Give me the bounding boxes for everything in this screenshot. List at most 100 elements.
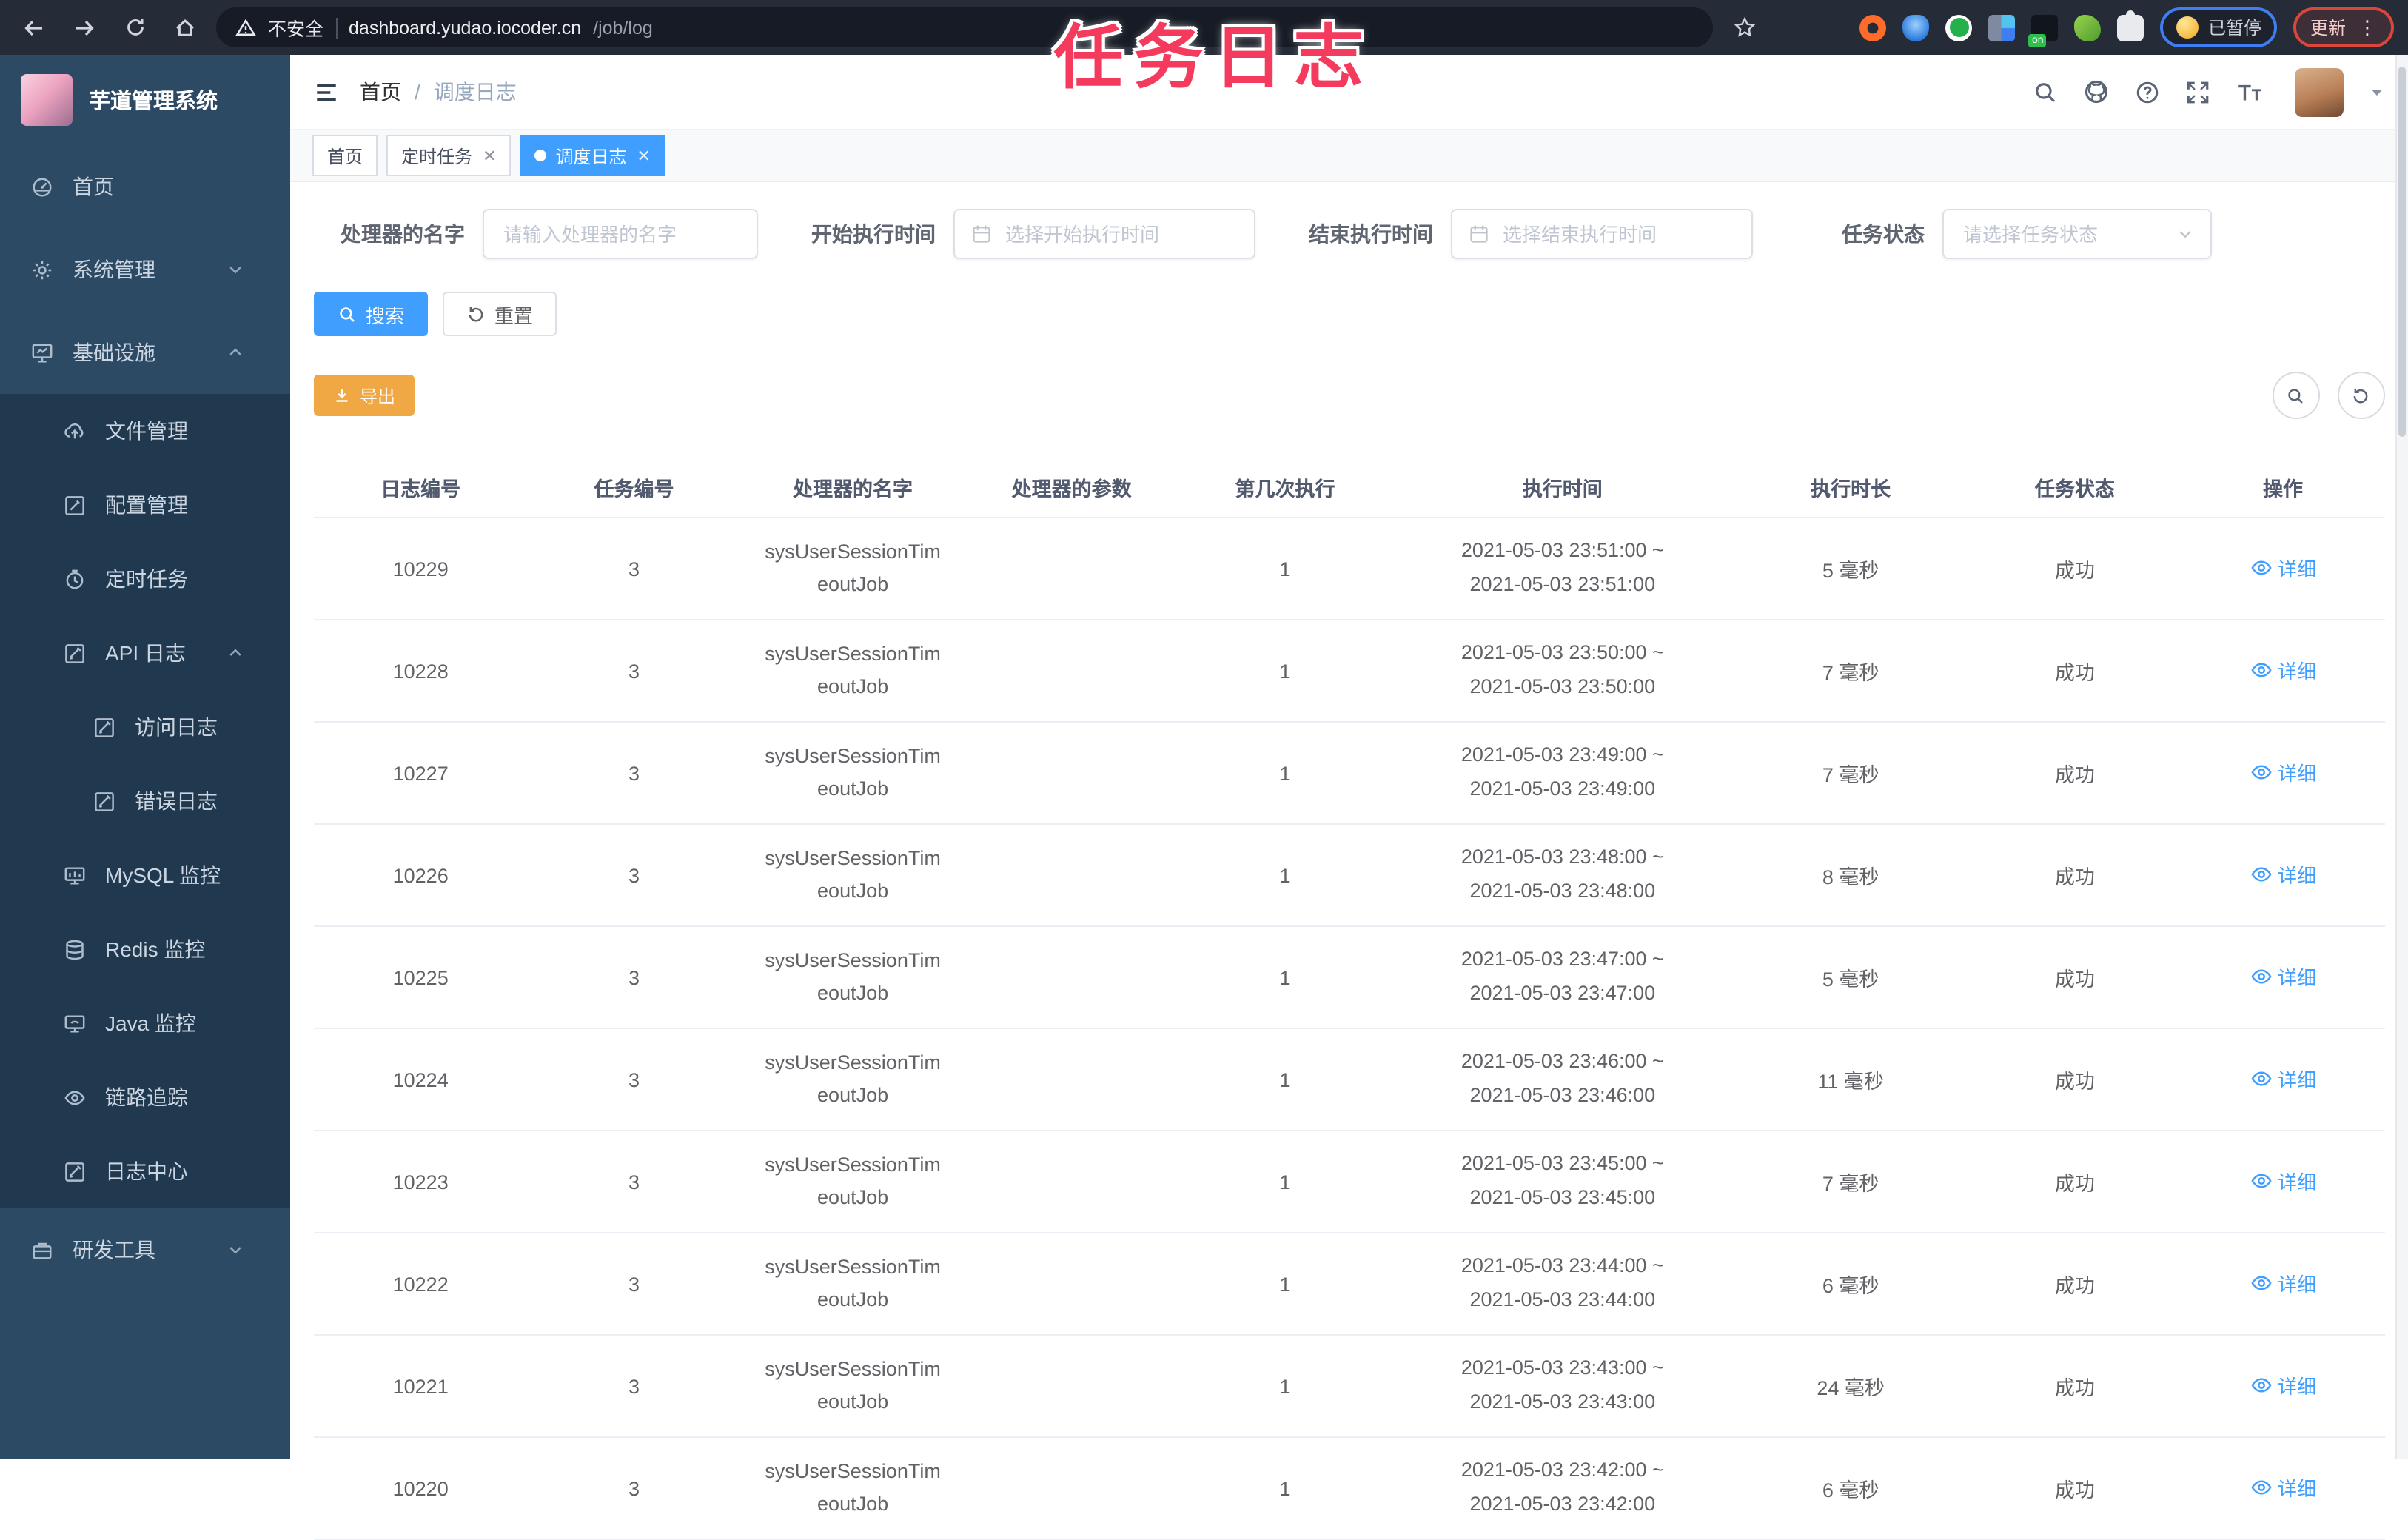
task-status-select[interactable] bbox=[1942, 209, 2212, 259]
close-icon[interactable]: ✕ bbox=[637, 146, 651, 165]
detail-link[interactable]: 详细 bbox=[2250, 1065, 2316, 1093]
sidebar-item[interactable]: 定时任务 bbox=[0, 542, 290, 616]
extension-on-badge-icon[interactable] bbox=[2028, 14, 2059, 47]
sidebar-item[interactable]: 研发工具 bbox=[0, 1208, 290, 1291]
table-row: 10221 3 sysUserSessionTim eoutJob 1 2021-05-0… bbox=[314, 1336, 2384, 1438]
sidebar-item[interactable]: 访问日志 bbox=[0, 690, 290, 764]
eye-icon bbox=[2250, 863, 2272, 886]
bookmark-star-button[interactable] bbox=[1725, 8, 1763, 47]
timer-icon bbox=[62, 568, 86, 590]
sidebar-item-label: 定时任务 bbox=[105, 567, 188, 591]
paused-badge[interactable]: 已暂停 bbox=[2160, 7, 2278, 47]
detail-link[interactable]: 详细 bbox=[2250, 1167, 2316, 1195]
table-body: 10229 3 sysUserSessionTim eoutJob 1 2021-05-0… bbox=[314, 518, 2384, 1540]
tab-home[interactable]: 首页 bbox=[312, 135, 378, 176]
handler-name-input-wrap bbox=[483, 209, 758, 259]
eye-icon bbox=[2250, 761, 2272, 783]
arrow-left-icon bbox=[22, 16, 46, 39]
sidebar-toggle-icon[interactable] bbox=[314, 79, 339, 104]
cell-status: 成功 bbox=[2054, 1479, 2095, 1502]
cell-task-id: 3 bbox=[628, 1068, 640, 1091]
cell-handler-name: sysUserSessionTim eoutJob bbox=[765, 1153, 941, 1208]
navbar-actions bbox=[2032, 67, 2384, 116]
sidebar-item[interactable]: MySQL 监控 bbox=[0, 838, 290, 912]
help-icon[interactable] bbox=[2134, 79, 2159, 104]
task-status-input[interactable] bbox=[1960, 221, 2166, 247]
sidebar-item[interactable]: Redis 监控 bbox=[0, 912, 290, 986]
cell-handler-param bbox=[965, 560, 1178, 578]
search-button[interactable]: 搜索 bbox=[314, 292, 429, 336]
detail-link[interactable]: 详细 bbox=[2250, 962, 2316, 991]
sidebar-item[interactable]: 文件管理 bbox=[0, 394, 290, 468]
sidebar-item[interactable]: 日志中心 bbox=[0, 1134, 290, 1208]
toolbox-icon bbox=[30, 1239, 53, 1261]
infrastructure-icon bbox=[30, 341, 53, 364]
detail-link[interactable]: 详细 bbox=[2250, 860, 2316, 888]
kebab-menu-icon[interactable]: ⋮ bbox=[2358, 18, 2377, 37]
search-icon[interactable] bbox=[2032, 79, 2057, 104]
dashboard-icon bbox=[30, 175, 53, 198]
cell-duration: 7 毫秒 bbox=[1822, 662, 1879, 684]
sidebar-item[interactable]: 配置管理 bbox=[0, 468, 290, 542]
close-icon[interactable]: ✕ bbox=[483, 146, 496, 165]
sidebar-item[interactable]: API 日志 bbox=[0, 616, 290, 690]
cell-exec-index: 1 bbox=[1279, 1375, 1291, 1397]
end-time-input[interactable] bbox=[1500, 221, 1735, 247]
annotation-title: 任务日志 bbox=[1053, 18, 1374, 96]
tab-scheduled-tasks[interactable]: 定时任务 ✕ bbox=[386, 135, 512, 176]
column-header: 任务编号 bbox=[594, 478, 674, 500]
chevron-down-icon bbox=[227, 261, 244, 278]
sidebar-item[interactable]: 链路追踪 bbox=[0, 1060, 290, 1134]
breadcrumb-home[interactable]: 首页 bbox=[360, 77, 401, 107]
extension-leaf-icon[interactable] bbox=[2074, 14, 2102, 41]
reset-button[interactable]: 重置 bbox=[443, 292, 557, 336]
detail-link[interactable]: 详细 bbox=[2250, 1269, 2316, 1297]
browser-back-button[interactable] bbox=[15, 8, 53, 47]
cell-status: 成功 bbox=[2054, 764, 2095, 786]
extension-green-icon[interactable] bbox=[1945, 14, 1973, 41]
cell-duration: 5 毫秒 bbox=[1822, 968, 1879, 991]
browser-update-button[interactable]: 更新 ⋮ bbox=[2293, 7, 2393, 47]
detail-link[interactable]: 详细 bbox=[2250, 1371, 2316, 1399]
cell-exec-index: 1 bbox=[1279, 1273, 1291, 1295]
scrollbar-thumb[interactable] bbox=[2398, 67, 2405, 437]
sidebar-item[interactable]: 首页 bbox=[0, 145, 290, 228]
toggle-search-button[interactable] bbox=[2272, 372, 2319, 419]
detail-link[interactable]: 详细 bbox=[2250, 554, 2316, 582]
eye-icon bbox=[2250, 1170, 2272, 1192]
extension-blue-icon[interactable] bbox=[1902, 14, 1930, 41]
export-button[interactable]: 导出 bbox=[314, 375, 415, 416]
sidebar-item[interactable]: 基础设施 bbox=[0, 311, 290, 394]
sidebar-logo[interactable]: 芋道管理系统 bbox=[0, 55, 290, 145]
tab-job-log[interactable]: 调度日志 ✕ bbox=[520, 135, 665, 176]
sidebar-item-label: Java 监控 bbox=[105, 1011, 196, 1035]
chevron-down-icon[interactable] bbox=[2368, 84, 2384, 100]
github-icon[interactable] bbox=[2082, 78, 2109, 105]
extension-grid-icon[interactable] bbox=[1988, 14, 2016, 41]
filter-end-time: 结束执行时间 bbox=[1309, 209, 1753, 259]
browser-reload-button[interactable] bbox=[115, 8, 154, 47]
extensions-puzzle-icon[interactable] bbox=[2117, 10, 2144, 41]
handler-name-input[interactable] bbox=[500, 221, 740, 247]
detail-link[interactable]: 详细 bbox=[2250, 1473, 2316, 1502]
sidebar-item-label: 首页 bbox=[73, 175, 114, 198]
user-avatar[interactable] bbox=[2294, 67, 2343, 116]
cell-log-id: 10220 bbox=[392, 1477, 449, 1499]
start-time-input[interactable] bbox=[1002, 221, 1238, 247]
breadcrumb-current: 调度日志 bbox=[433, 80, 517, 104]
detail-link[interactable]: 详细 bbox=[2250, 758, 2316, 786]
scrollbar[interactable] bbox=[2395, 55, 2408, 1459]
address-bar[interactable]: 不安全 dashboard.yudao.iocoder.cn/job/log bbox=[216, 7, 1713, 47]
sidebar-item[interactable]: Java 监控 bbox=[0, 986, 290, 1060]
detail-link[interactable]: 详细 bbox=[2250, 656, 2316, 684]
cell-exec-time: 2021-05-03 23:47:00 ~2021-05-03 23:47:00 bbox=[1460, 948, 1664, 1004]
browser-home-button[interactable] bbox=[166, 8, 204, 47]
extension-orange-icon[interactable] bbox=[1859, 14, 1887, 41]
cell-exec-time: 2021-05-03 23:51:00 ~2021-05-03 23:51:00 bbox=[1460, 539, 1664, 595]
refresh-table-button[interactable] bbox=[2337, 372, 2384, 419]
sidebar-item[interactable]: 错误日志 bbox=[0, 764, 290, 838]
font-size-icon[interactable] bbox=[2235, 79, 2263, 104]
sidebar-item[interactable]: 系统管理 bbox=[0, 228, 290, 311]
browser-forward-button[interactable] bbox=[65, 8, 104, 47]
fullscreen-icon[interactable] bbox=[2184, 79, 2210, 104]
